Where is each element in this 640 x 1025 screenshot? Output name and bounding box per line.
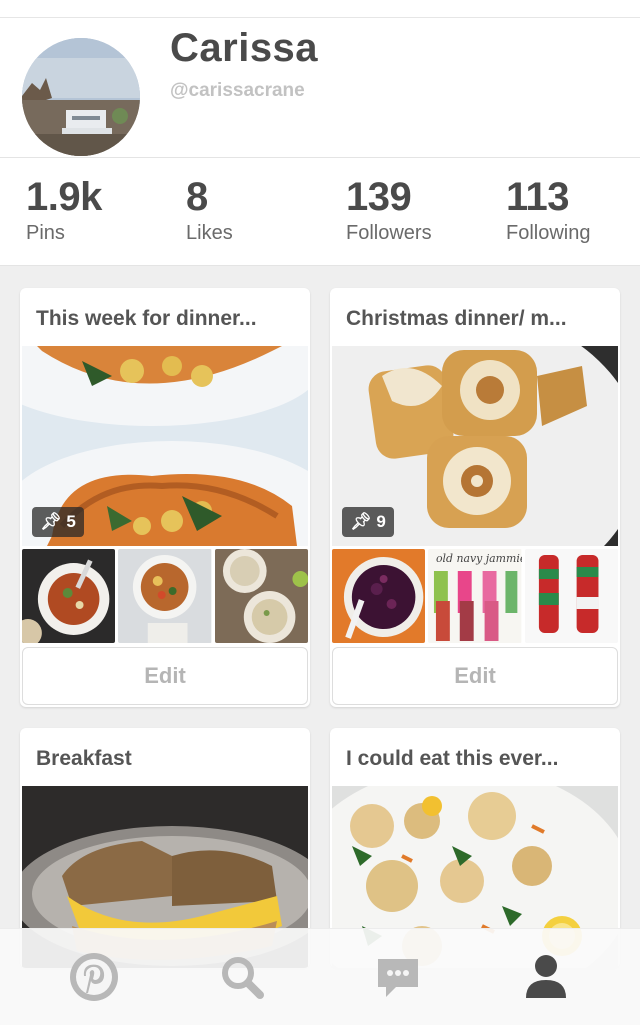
stat-value: 8 bbox=[186, 175, 208, 219]
board-thumbnail[interactable] bbox=[118, 549, 212, 643]
board-card[interactable]: This week for dinner... 📌︎ 5 Edit bbox=[20, 288, 310, 707]
tab-messages[interactable] bbox=[368, 949, 428, 1005]
stew-photo bbox=[118, 549, 212, 643]
pin-count-badge: 📌︎ 9 bbox=[342, 507, 394, 537]
pinterest-logo-icon bbox=[70, 953, 118, 1001]
edit-board-button[interactable]: Edit bbox=[22, 647, 308, 705]
avatar[interactable] bbox=[22, 38, 140, 156]
status-bar bbox=[0, 0, 640, 18]
stat-value: 113 bbox=[506, 175, 570, 219]
tab-home[interactable] bbox=[64, 949, 124, 1005]
board-title: I could eat this ever... bbox=[346, 747, 559, 770]
board-title: Breakfast bbox=[36, 747, 132, 770]
pin-count: 5 bbox=[66, 512, 76, 531]
board-thumbnail[interactable] bbox=[524, 549, 618, 643]
stat-value: 1.9k bbox=[26, 175, 102, 219]
messages-icon bbox=[378, 959, 418, 997]
board-thumbnails: old navy jammies bbox=[332, 549, 618, 643]
stat-label: Likes bbox=[186, 222, 233, 244]
stat-value: 139 bbox=[346, 175, 412, 219]
pin-count: 9 bbox=[376, 512, 386, 531]
search-icon bbox=[222, 957, 264, 999]
christmas-socks-photo bbox=[524, 549, 618, 643]
stat-following[interactable]: 113 Following bbox=[506, 174, 590, 245]
bottom-tab-bar bbox=[0, 928, 640, 1025]
profile-username: @carissacrane bbox=[170, 80, 305, 101]
stat-label: Pins bbox=[26, 222, 65, 244]
stat-pins[interactable]: 1.9k Pins bbox=[26, 174, 102, 245]
board-title: Christmas dinner/ m... bbox=[346, 307, 567, 330]
profile-header: Carissa @carissacrane bbox=[0, 18, 640, 158]
pin-icon: 📌︎ bbox=[350, 512, 372, 531]
profile-stats: 1.9k Pins 8 Likes 139 Followers 113 Foll… bbox=[0, 158, 640, 266]
soup-photo bbox=[22, 549, 116, 643]
avatar-photo bbox=[22, 38, 140, 156]
board-title: This week for dinner... bbox=[36, 307, 257, 330]
board-thumbnail[interactable]: old navy jammies bbox=[428, 549, 522, 643]
stat-label: Following bbox=[506, 222, 591, 244]
stat-label: Followers bbox=[346, 222, 432, 244]
profile-name: Carissa bbox=[170, 26, 319, 70]
pajamas-photo: old navy jammies bbox=[428, 549, 522, 643]
board-cover-image[interactable]: 📌︎ 9 bbox=[332, 346, 618, 546]
edit-board-button[interactable]: Edit bbox=[332, 647, 618, 705]
stat-likes[interactable]: 8 Likes bbox=[186, 174, 233, 245]
stat-followers[interactable]: 139 Followers bbox=[346, 174, 432, 245]
chowder-photo bbox=[214, 549, 308, 643]
pajama-caption: old navy jammies bbox=[436, 552, 521, 565]
pin-icon: 📌︎ bbox=[40, 512, 62, 531]
board-thumbnail[interactable] bbox=[22, 549, 116, 643]
pin-count-badge: 📌︎ 5 bbox=[32, 507, 84, 537]
board-thumbnail[interactable] bbox=[214, 549, 308, 643]
board-cover-image[interactable]: 📌︎ 5 bbox=[22, 346, 308, 546]
tab-profile[interactable] bbox=[516, 949, 576, 1005]
board-thumbnails bbox=[22, 549, 308, 643]
tab-search[interactable] bbox=[212, 949, 272, 1005]
board-card[interactable]: Christmas dinner/ m... 📌︎ 9 old navy jam… bbox=[330, 288, 620, 707]
profile-icon bbox=[526, 955, 566, 998]
board-thumbnail[interactable] bbox=[332, 549, 426, 643]
cranberry-sauce-photo bbox=[332, 549, 426, 643]
